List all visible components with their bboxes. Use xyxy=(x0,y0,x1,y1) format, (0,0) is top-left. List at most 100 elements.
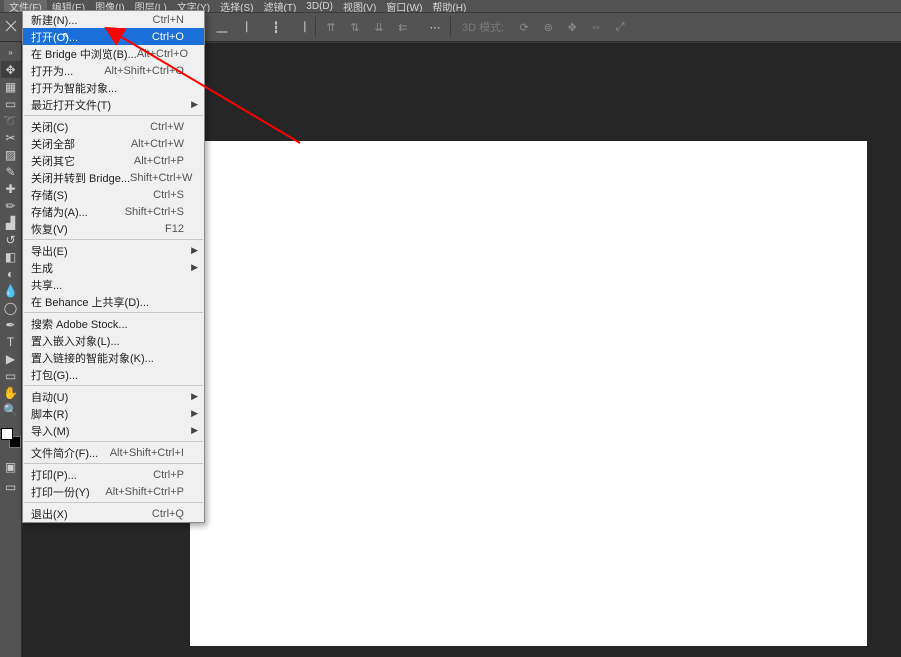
menu-item-shortcut: Ctrl+W xyxy=(150,121,184,133)
file-menu-item[interactable]: 共享... xyxy=(23,276,204,293)
menu-item-shortcut: Alt+Shift+Ctrl+P xyxy=(105,486,184,498)
menu-item-label: 在 Bridge 中浏览(B)... xyxy=(31,46,137,62)
file-menu-item[interactable]: 脚本(R)▶ xyxy=(23,405,204,422)
path-select-tool[interactable]: ▶ xyxy=(1,350,21,367)
file-menu-item[interactable]: 导出(E)▶ xyxy=(23,242,204,259)
file-menu-item[interactable]: 置入链接的智能对象(K)... xyxy=(23,349,204,366)
menu-item-label: 最近打开文件(T) xyxy=(31,97,184,113)
align-hcenter-icon[interactable]: ┇ xyxy=(265,16,287,38)
align-right-edges-icon[interactable]: ⎹ xyxy=(289,16,311,38)
mode-3d-label: 3D 模式: xyxy=(454,19,512,35)
pen-tool[interactable]: ✒ xyxy=(1,316,21,333)
distribute-top-icon[interactable]: ⇈ xyxy=(320,16,342,38)
tool-preset-icon[interactable] xyxy=(1,16,23,38)
menu-item-shortcut: Shift+Ctrl+S xyxy=(125,206,184,218)
file-menu-item[interactable]: 关闭并转到 Bridge...Shift+Ctrl+W xyxy=(23,169,204,186)
document-canvas[interactable] xyxy=(190,141,867,646)
file-menu-item[interactable]: 退出(X)Ctrl+Q xyxy=(23,505,204,522)
file-menu-item[interactable]: 置入嵌入对象(L)... xyxy=(23,332,204,349)
brush-tool[interactable]: ✏ xyxy=(1,197,21,214)
eyedropper-tool[interactable]: ✎ xyxy=(1,163,21,180)
menu-7[interactable]: 3D(D) xyxy=(301,0,338,13)
menu-item-label: 在 Behance 上共享(D)... xyxy=(31,294,184,310)
file-menu-item[interactable]: 关闭(C)Ctrl+W xyxy=(23,118,204,135)
file-menu-item[interactable]: 恢复(V)F12 xyxy=(23,220,204,237)
hand-tool[interactable]: ✋ xyxy=(1,384,21,401)
menu-separator xyxy=(24,385,203,386)
blur-tool[interactable]: 💧 xyxy=(1,282,21,299)
lasso-tool[interactable]: ➰ xyxy=(1,112,21,129)
roll-3d-icon[interactable]: ⊚ xyxy=(537,16,559,38)
file-menu-item[interactable]: 生成▶ xyxy=(23,259,204,276)
dodge-tool[interactable]: ◯ xyxy=(1,299,21,316)
file-menu-item[interactable]: 文件简介(F)...Alt+Shift+Ctrl+I xyxy=(23,444,204,461)
file-menu-item[interactable]: 在 Bridge 中浏览(B)...Alt+Ctrl+O xyxy=(23,45,204,62)
tools-expand-icon[interactable]: » xyxy=(1,44,21,61)
menu-item-shortcut: Alt+Shift+Ctrl+O xyxy=(104,65,184,77)
distribute-vcenter-icon[interactable]: ⇅ xyxy=(344,16,366,38)
file-menu-item[interactable]: 打开为智能对象... xyxy=(23,79,204,96)
file-menu-item[interactable]: 关闭其它Alt+Ctrl+P xyxy=(23,152,204,169)
frame-tool[interactable]: ▨ xyxy=(1,146,21,163)
menu-item-label: 关闭(C) xyxy=(31,119,150,135)
menu-item-label: 置入嵌入对象(L)... xyxy=(31,333,184,349)
menu-item-label: 退出(X) xyxy=(31,506,152,522)
quick-mask-icon[interactable]: ▣ xyxy=(1,458,21,475)
history-brush-tool[interactable]: ↺ xyxy=(1,231,21,248)
menu-item-shortcut: Alt+Shift+Ctrl+I xyxy=(110,447,184,459)
tools-panel: »✥▦▭➰✂▨✎✚✏▟↺◧◐💧◯✒T▶▭✋🔍▣▭ xyxy=(0,42,22,657)
menu-item-label: 自动(U) xyxy=(31,389,184,405)
file-menu-item[interactable]: 最近打开文件(T) ▶ xyxy=(23,96,204,113)
menu-item-label: 关闭全部 xyxy=(31,136,131,152)
screen-mode-icon[interactable]: ▭ xyxy=(1,478,21,495)
file-menu-item[interactable]: 打印(P)...Ctrl+P xyxy=(23,466,204,483)
zoom-tool[interactable]: 🔍 xyxy=(1,401,21,418)
file-menu-item[interactable]: 自动(U) ▶ xyxy=(23,388,204,405)
file-menu-item[interactable]: 新建(N)...Ctrl+N xyxy=(23,11,204,28)
file-menu-item[interactable]: 存储为(A)...Shift+Ctrl+S xyxy=(23,203,204,220)
menu-item-label: 恢复(V) xyxy=(31,221,165,237)
submenu-arrow-icon: ▶ xyxy=(191,99,198,110)
file-menu-item[interactable]: 打包(G)... xyxy=(23,366,204,383)
pan-3d-icon[interactable]: ✥ xyxy=(561,16,583,38)
menu-item-label: 生成 xyxy=(31,260,184,276)
scale-3d-icon[interactable]: ⤢ xyxy=(609,16,631,38)
healing-tool[interactable]: ✚ xyxy=(1,180,21,197)
artboard-tool[interactable]: ▦ xyxy=(1,78,21,95)
file-menu-item[interactable]: 打印一份(Y)Alt+Shift+Ctrl+P xyxy=(23,483,204,500)
eraser-tool[interactable]: ◧ xyxy=(1,248,21,265)
type-tool[interactable]: T xyxy=(1,333,21,350)
align-bottom-edges-icon[interactable]: ⎽ xyxy=(211,16,233,38)
menu-item-label: 打开为... xyxy=(31,63,104,79)
marquee-tool[interactable]: ▭ xyxy=(1,95,21,112)
menu-item-label: 存储为(A)... xyxy=(31,204,125,220)
more-align-icon[interactable]: ⋯ xyxy=(424,16,446,38)
menu-item-shortcut: Alt+Ctrl+W xyxy=(131,138,184,150)
menu-item-shortcut: Ctrl+Q xyxy=(152,508,184,520)
submenu-arrow-icon: ▶ xyxy=(191,391,198,402)
menu-separator xyxy=(24,115,203,116)
menu-item-shortcut: Ctrl+O xyxy=(152,31,184,43)
file-menu-item[interactable]: 打开(O)...Ctrl+O↖ xyxy=(23,28,204,45)
menu-separator xyxy=(24,312,203,313)
menu-item-label: 搜索 Adobe Stock... xyxy=(31,316,184,332)
move-tool[interactable]: ✥ xyxy=(1,61,21,78)
color-swatches[interactable] xyxy=(1,428,21,448)
distribute-bottom-icon[interactable]: ⇊ xyxy=(368,16,390,38)
file-menu-item[interactable]: 关闭全部Alt+Ctrl+W xyxy=(23,135,204,152)
file-menu-item[interactable]: 存储(S)Ctrl+S xyxy=(23,186,204,203)
align-left-edges-icon[interactable]: ⎸ xyxy=(241,16,263,38)
file-menu-item[interactable]: 搜索 Adobe Stock... xyxy=(23,315,204,332)
shape-tool[interactable]: ▭ xyxy=(1,367,21,384)
file-menu-item[interactable]: 打开为...Alt+Shift+Ctrl+O xyxy=(23,62,204,79)
file-menu-item[interactable]: 导入(M)▶ xyxy=(23,422,204,439)
stamp-tool[interactable]: ▟ xyxy=(1,214,21,231)
slide-3d-icon[interactable]: ⇔ xyxy=(585,16,607,38)
gradient-tool[interactable]: ◐ xyxy=(1,265,21,282)
distribute-left-icon[interactable]: ⇇ xyxy=(392,16,414,38)
file-menu-item[interactable]: 在 Behance 上共享(D)... xyxy=(23,293,204,310)
menu-item-label: 关闭并转到 Bridge... xyxy=(31,170,130,186)
crop-tool[interactable]: ✂ xyxy=(1,129,21,146)
orbit-3d-icon[interactable]: ⟳ xyxy=(513,16,535,38)
menu-item-label: 打印一份(Y) xyxy=(31,484,105,500)
